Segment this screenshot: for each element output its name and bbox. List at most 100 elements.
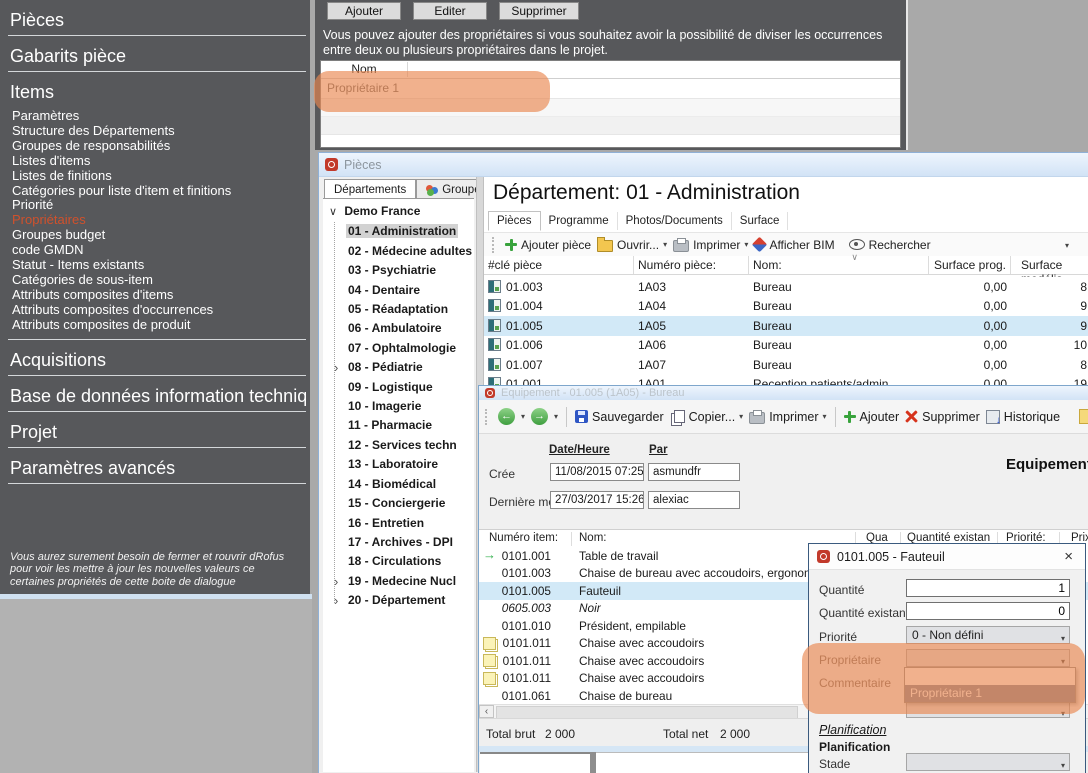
tree-item-07[interactable]: 07 - Ophtalmologie bbox=[348, 339, 474, 358]
sidebar-item-groupes-responsabilites[interactable]: Groupes de responsabilités bbox=[12, 139, 310, 154]
add-owner-button[interactable]: Ajouter bbox=[327, 2, 401, 20]
modified-by-field[interactable]: alexiac bbox=[648, 491, 740, 509]
piece-row[interactable]: 01.003 1A03 Bureau 0,00 8 bbox=[484, 277, 1088, 298]
tree-root-demo-france[interactable]: ∨ Demo France bbox=[323, 202, 474, 222]
piece-row[interactable]: 01.006 1A06 Bureau 0,00 10 bbox=[484, 336, 1088, 357]
sidebar-heading-acquisitions[interactable]: Acquisitions bbox=[8, 350, 306, 376]
tree-expand-closed-icon[interactable]: › bbox=[334, 358, 338, 377]
sidebar-heading-parametres-avances[interactable]: Paramètres avancés bbox=[8, 458, 306, 484]
sidebar-item-code-gmdn[interactable]: code GMDN bbox=[12, 243, 310, 258]
column-number[interactable]: Numéro pièce: bbox=[634, 256, 749, 274]
quantity-existing-field[interactable] bbox=[906, 602, 1070, 620]
column-item-name[interactable]: Nom: bbox=[579, 532, 606, 544]
piece-row[interactable]: 01.007 1A07 Bureau 0,00 8 bbox=[484, 355, 1088, 376]
edit-owner-button[interactable]: Editer bbox=[413, 2, 487, 20]
forward-button[interactable]: → bbox=[531, 408, 548, 425]
tree-item-03[interactable]: 03 - Psychiatrie bbox=[348, 261, 474, 280]
quantity-field[interactable] bbox=[906, 579, 1070, 597]
tree-item-08[interactable]: ›08 - Pédiatrie bbox=[348, 358, 474, 377]
sidebar-heading-bdd-technique[interactable]: Base de données information technique bbox=[8, 386, 306, 412]
sidebar-item-attr-occurrences[interactable]: Attributs composites d'occurrences bbox=[12, 303, 310, 318]
chevron-down-icon[interactable]: ▾ bbox=[521, 412, 525, 421]
equipment-titlebar[interactable]: Equipement - 01.005 (1A05) - Bureau bbox=[479, 386, 1088, 401]
pieces-titlebar[interactable]: Pièces bbox=[319, 153, 1088, 177]
column-surface-prog[interactable]: Surface prog. bbox=[929, 256, 1011, 274]
piece-row-selected[interactable]: 01.005 1A05 Bureau 0,00 9 bbox=[484, 316, 1088, 337]
add-piece-button[interactable]: Ajouter pièce bbox=[505, 238, 591, 252]
sidebar-heading-items[interactable]: Items bbox=[8, 82, 306, 107]
copy-button[interactable]: Copier...▾ bbox=[670, 410, 744, 424]
print-button[interactable]: Imprimer▾ bbox=[673, 238, 748, 252]
tree-item-12[interactable]: 12 - Services techn bbox=[348, 436, 474, 455]
column-item-number[interactable]: Numéro item: bbox=[489, 532, 558, 544]
close-icon[interactable]: × bbox=[1060, 548, 1077, 565]
tree-item-20[interactable]: ›20 - Département bbox=[348, 591, 474, 610]
tree-item-01-administration[interactable]: 01 - Administration bbox=[348, 222, 474, 241]
column-key[interactable]: #clé pièce bbox=[484, 256, 634, 274]
delete-owner-button[interactable]: Supprimer bbox=[499, 2, 579, 20]
comment-select[interactable]: ▾ bbox=[906, 702, 1070, 718]
created-by-field[interactable]: asmundfr bbox=[648, 463, 740, 481]
tree-item-19[interactable]: ›19 - Medecine Nucl bbox=[348, 572, 474, 591]
owner-select[interactable]: ▾ bbox=[906, 649, 1070, 667]
stade-select[interactable]: ▾ bbox=[906, 753, 1070, 771]
tab-surface[interactable]: Surface bbox=[732, 212, 789, 230]
sidebar-item-parametres[interactable]: Paramètres bbox=[12, 109, 310, 124]
sidebar-item-groupes-budget[interactable]: Groupes budget bbox=[12, 228, 310, 243]
sidebar-item-attr-produit[interactable]: Attributs composites de produit bbox=[12, 318, 310, 333]
piece-row[interactable]: 01.004 1A04 Bureau 0,00 9 bbox=[484, 297, 1088, 318]
modified-date-field[interactable]: 27/03/2017 15:26 bbox=[550, 491, 644, 509]
delete-button[interactable]: Supprimer bbox=[905, 410, 980, 424]
print-button[interactable]: Imprimer▾ bbox=[749, 410, 826, 424]
save-button[interactable]: Sauvegarder bbox=[575, 410, 664, 424]
created-date-field[interactable]: 11/08/2015 07:25 bbox=[550, 463, 644, 481]
sidebar-heading-gabarits[interactable]: Gabarits pièce bbox=[8, 46, 306, 72]
owner-row-proprietaire-1[interactable]: Propriétaire 1 bbox=[321, 79, 900, 99]
tree-item-02[interactable]: 02 - Médecine adultes bbox=[348, 242, 474, 261]
tree-item-11[interactable]: 11 - Pharmacie bbox=[348, 416, 474, 435]
dropdown-option-proprietaire-1[interactable]: Propriétaire 1 bbox=[905, 685, 1075, 702]
tree-item-04[interactable]: 04 - Dentaire bbox=[348, 281, 474, 300]
open-button[interactable]: Ouvrir...▾ bbox=[597, 237, 667, 252]
tree-item-09[interactable]: 09 - Logistique bbox=[348, 378, 474, 397]
sidebar-item-attr-items[interactable]: Attributs composites d'items bbox=[12, 288, 310, 303]
sidebar-heading-pieces[interactable]: Pièces bbox=[8, 10, 306, 36]
sidebar-item-statut-items[interactable]: Statut - Items existants bbox=[12, 258, 310, 273]
chevron-down-icon[interactable]: ▾ bbox=[1065, 241, 1069, 250]
tree-expand-open-icon[interactable]: ∨ bbox=[329, 203, 341, 222]
tree-item-17[interactable]: 17 - Archives - DPI bbox=[348, 533, 474, 552]
tree-item-18[interactable]: 18 - Circulations bbox=[348, 552, 474, 571]
sidebar-item-proprietaires[interactable]: Propriétaires bbox=[12, 213, 310, 228]
sidebar-item-priorite[interactable]: Priorité bbox=[12, 198, 310, 213]
sidebar-item-listes-finitions[interactable]: Listes de finitions bbox=[12, 169, 310, 184]
search-button[interactable]: Rechercher bbox=[849, 238, 931, 252]
chevron-down-icon[interactable]: ▾ bbox=[554, 412, 558, 421]
tree-expand-closed-icon[interactable]: › bbox=[334, 591, 338, 610]
add-button[interactable]: Ajouter bbox=[844, 410, 900, 424]
column-name[interactable]: Nom:∨ bbox=[749, 256, 929, 274]
toolbar-grip[interactable] bbox=[485, 409, 490, 425]
tree-item-10[interactable]: 10 - Imagerie bbox=[348, 397, 474, 416]
tree-item-16[interactable]: 16 - Entretien bbox=[348, 514, 474, 533]
history-button[interactable]: Historique bbox=[986, 410, 1060, 424]
sidebar-item-structure-departements[interactable]: Structure des Départements bbox=[12, 124, 310, 139]
sidebar-item-listes-items[interactable]: Listes d'items bbox=[12, 154, 310, 169]
tree-item-13[interactable]: 13 - Laboratoire bbox=[348, 455, 474, 474]
tab-photos-documents[interactable]: Photos/Documents bbox=[618, 212, 732, 230]
tree-item-14[interactable]: 14 - Biomédical bbox=[348, 475, 474, 494]
priority-select[interactable]: 0 - Non défini▾ bbox=[906, 626, 1070, 644]
tree-item-15[interactable]: 15 - Conciergerie bbox=[348, 494, 474, 513]
show-bim-button[interactable]: Afficher BIM bbox=[754, 238, 834, 252]
tree-item-05[interactable]: 05 - Réadaptation bbox=[348, 300, 474, 319]
tab-departements[interactable]: Départements bbox=[324, 179, 416, 198]
toolbar-grip[interactable] bbox=[492, 237, 497, 253]
tab-programme[interactable]: Programme bbox=[541, 212, 618, 230]
sidebar-heading-projet[interactable]: Projet bbox=[8, 422, 306, 448]
tab-pieces[interactable]: Pièces bbox=[488, 211, 541, 231]
scroll-left-button[interactable]: ‹ bbox=[479, 705, 494, 718]
sidebar-item-categories-listes[interactable]: Catégories pour liste d'item et finition… bbox=[12, 184, 310, 199]
column-header-nom[interactable]: Nom bbox=[321, 62, 408, 77]
sidebar-item-categories-sous-item[interactable]: Catégories de sous-item bbox=[12, 273, 310, 288]
clipped-toolbar-icon[interactable] bbox=[1079, 409, 1088, 424]
back-button[interactable]: ← bbox=[498, 408, 515, 425]
